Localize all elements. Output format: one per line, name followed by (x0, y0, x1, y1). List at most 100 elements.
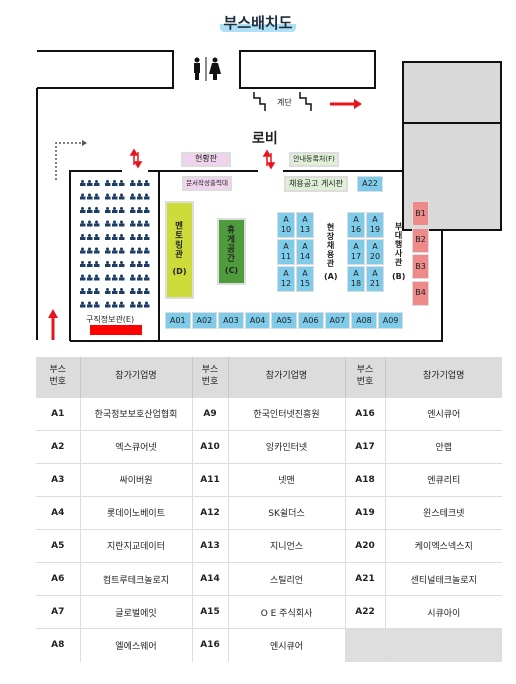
booth-number: A8 (36, 628, 80, 662)
seat-icon (137, 193, 143, 200)
company-name: O E 주식회사 (227, 595, 345, 629)
seat-icon (137, 274, 143, 281)
booth-bottom[interactable]: A08 (351, 312, 377, 329)
booth-bottom[interactable]: A07 (324, 312, 351, 329)
column-header: 부스 번호 (344, 357, 385, 397)
seat-icon (112, 207, 118, 213)
booth-a-grid[interactable]: A 14 (296, 239, 314, 265)
seat-icon (119, 207, 125, 213)
booth-a-grid[interactable]: A 11 (277, 239, 295, 265)
seat-icon (80, 180, 86, 186)
booth-number: A16 (191, 628, 228, 662)
seat-icon (112, 274, 118, 281)
seat-icon (112, 261, 118, 267)
booth-a-grid[interactable]: A 21 (366, 266, 384, 292)
seat-icon (94, 180, 100, 186)
onsite-hall-label: 현장채용관 (326, 223, 335, 268)
booth-bottom[interactable]: A03 (218, 312, 244, 329)
booth-number: A11 (191, 462, 228, 497)
company-name: 엔큐리티 (384, 462, 502, 497)
company-name: 엑스큐어넷 (79, 429, 192, 464)
seat-icon (130, 274, 136, 281)
seat-icon (94, 261, 100, 267)
booth-a-grid[interactable]: A 10 (277, 212, 295, 238)
seat-icon (119, 261, 125, 267)
seat-icon (80, 193, 86, 200)
seat-icon (80, 288, 86, 294)
seat-icon (130, 193, 136, 200)
seat-icon (119, 274, 125, 281)
seat-icon (144, 274, 150, 281)
seat-icon (119, 193, 125, 200)
seating-area (80, 180, 150, 308)
seat-icon (130, 247, 136, 254)
booth-number (344, 628, 385, 662)
booth-b[interactable]: B2 (412, 227, 429, 253)
seat-icon (80, 274, 86, 281)
seat-icon (105, 274, 111, 281)
seat-icon (112, 193, 118, 200)
booth-a-grid[interactable]: A 19 (366, 212, 384, 238)
booth-bottom[interactable]: A02 (191, 312, 218, 329)
info-desk: 안내등록처(F) (289, 152, 339, 167)
seat-icon (144, 301, 150, 308)
seat-icon (137, 288, 143, 294)
seat-icon (112, 247, 118, 254)
booth-a-grid[interactable]: A 13 (296, 212, 314, 238)
onsite-hall-code: (A) (324, 272, 338, 281)
booth-number: A10 (191, 429, 228, 464)
seat-icon (112, 220, 118, 227)
company-name (384, 628, 502, 662)
booth-a-grid[interactable]: A 16 (347, 212, 365, 238)
company-name: 지란지교데이터 (79, 528, 192, 563)
seat-icon (144, 180, 150, 186)
booth-a22[interactable]: A22 (357, 176, 383, 192)
booth-number: A18 (344, 462, 385, 497)
seat-icon (80, 207, 86, 213)
mentoring-hall: 멘토링관 (D) (165, 201, 194, 299)
seat-icon (94, 301, 100, 308)
seat-icon (130, 288, 136, 294)
booth-a-grid[interactable]: A 20 (366, 239, 384, 265)
seat-icon (119, 288, 125, 294)
seat-icon (112, 180, 118, 186)
company-name: 컴트루테크놀로지 (79, 561, 192, 596)
company-name: 잉카인터넷 (227, 429, 345, 464)
booth-b[interactable]: B3 (412, 254, 429, 279)
booth-b[interactable]: B4 (412, 280, 429, 306)
seat-icon (105, 180, 111, 186)
seat-icon (119, 180, 125, 186)
booth-bottom[interactable]: A01 (165, 312, 191, 329)
seat-icon (137, 301, 143, 308)
seat-icon (137, 234, 143, 240)
booth-a-grid[interactable]: A 15 (296, 266, 314, 292)
booth-b[interactable]: B1 (412, 201, 429, 226)
booth-bottom[interactable]: A05 (271, 312, 297, 329)
table-row: A5 지란지교데이터 A13 지니언스 A20 케이엑스넥스지 (36, 528, 502, 563)
seat-icon (144, 207, 150, 213)
red-bar (90, 325, 142, 335)
booth-a-grid[interactable]: A 12 (277, 266, 295, 292)
table-row: A6 컴트루테크놀로지 A14 스틸리언 A21 센티널테크놀로지 (36, 561, 502, 596)
company-name: 롯데이노베이트 (79, 495, 192, 530)
booth-a-grid[interactable]: A 17 (347, 239, 365, 265)
seat-icon (130, 301, 136, 308)
company-name: 센티널테크놀로지 (384, 561, 502, 596)
company-table: 부스 번호 참가기업명 부스 번호 참가기업명 부스 번호 참가기업명 A1 한국정보보호산… (36, 357, 502, 662)
booth-bottom[interactable]: A06 (298, 312, 324, 329)
booth-a-grid[interactable]: A 18 (347, 266, 365, 292)
seat-icon (105, 288, 111, 294)
booth-bottom[interactable]: A04 (244, 312, 271, 329)
status-board: 현황판 (181, 152, 231, 167)
booth-bottom[interactable]: A09 (377, 312, 404, 329)
seat-icon (119, 220, 125, 227)
booth-number: A15 (191, 595, 228, 629)
booth-number: A21 (344, 561, 385, 596)
seat-icon (87, 193, 93, 200)
seat-icon (87, 301, 93, 308)
restroom-icon (194, 57, 221, 81)
table-row: A8 엘에스웨어 A16 엔시큐어 (36, 628, 502, 662)
seat-icon (94, 234, 100, 240)
seat-icon (112, 301, 118, 308)
seat-icon (105, 261, 111, 267)
